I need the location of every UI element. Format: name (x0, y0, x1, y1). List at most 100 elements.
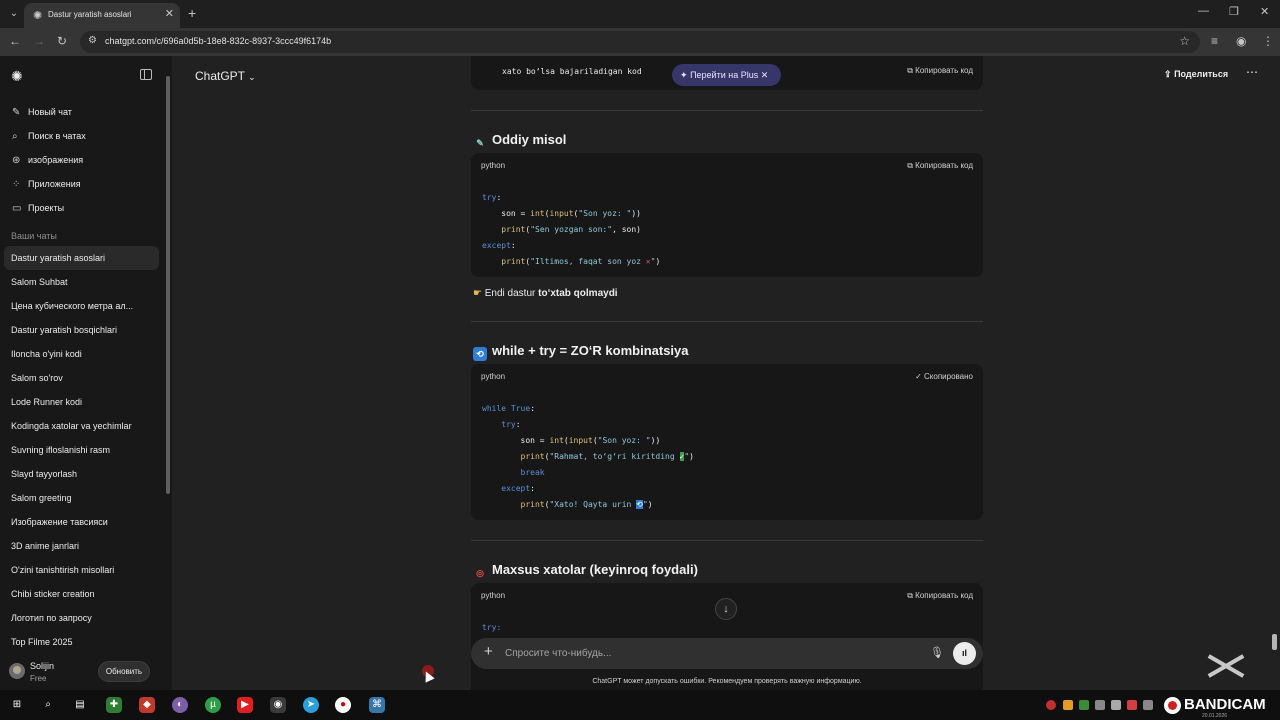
chat-item[interactable]: 3D anime janrlari (0, 534, 159, 558)
tray-icon[interactable] (1095, 700, 1105, 710)
chat-item[interactable]: Salom Suhbat (0, 270, 159, 294)
model-name: ChatGPT (195, 69, 245, 83)
restore-icon[interactable]: ❐ (1229, 5, 1239, 18)
python-icon[interactable]: ⌘ (369, 697, 385, 713)
scroll-to-bottom-button[interactable]: ↓ (715, 598, 737, 620)
prompt-input[interactable] (505, 645, 905, 662)
address-bar[interactable]: ⚙ chatgpt.com/c/696a0d5b-18e8-832c-8937-… (80, 31, 1200, 53)
copied-indicator[interactable]: ✓ Скопировано (915, 372, 973, 381)
user-profile[interactable]: Solijin Free Обновить (0, 656, 172, 690)
avatar[interactable] (9, 663, 25, 679)
images-icon: ⊛ (12, 154, 21, 166)
test-tube-icon: ✎ (476, 138, 484, 148)
sidebar-item-new-chat[interactable]: ✎ Новый чат (0, 100, 172, 124)
copy-code-button[interactable]: ⧉ Копировать код (907, 161, 973, 171)
chat-item[interactable]: Chibi sticker creation (0, 582, 159, 606)
code-content: try: (482, 623, 502, 632)
close-tab-icon[interactable]: ✕ (165, 7, 174, 20)
chatgpt-logo-icon[interactable]: ✺ (11, 68, 23, 85)
chat-item[interactable]: Изображение тавсияси (0, 510, 159, 534)
user-name: Solijin (30, 661, 55, 671)
task-view-icon[interactable]: ▤ (72, 697, 88, 713)
bandicam-watermark: BANDICAM 20.01.2026 (1164, 696, 1276, 719)
chat-item[interactable]: Iloncha o'yini kodi (0, 342, 159, 366)
chat-item[interactable]: Suvning ifloslanishi rasm (0, 438, 159, 462)
copy-label: Копировать код (915, 161, 973, 170)
code-block: python ✓ Скопировано while True: try: so… (471, 364, 983, 520)
browser-menu-icon[interactable]: ⋮ (1262, 34, 1274, 48)
sidebar-scrollbar[interactable] (166, 76, 170, 494)
promo-label: Перейти на Plus (690, 70, 759, 80)
bookmark-star-icon[interactable]: ☆ (1179, 34, 1190, 48)
chrome-icon[interactable]: ◉ (270, 697, 286, 713)
close-promo-icon[interactable]: ✕ (761, 70, 769, 80)
bandicam-logo-icon (1164, 697, 1181, 714)
chat-item[interactable]: Top Filme 2025 (0, 630, 159, 654)
chat-item[interactable]: Dastur yaratish bosqichlari (0, 318, 159, 342)
chat-item-active[interactable]: Dastur yaratish asoslari (4, 246, 159, 270)
sidebar-toggle-icon[interactable] (140, 69, 152, 80)
telegram-icon[interactable]: ➤ (303, 697, 319, 713)
back-icon[interactable]: ← (9, 34, 21, 48)
sidebar-item-search[interactable]: ⌕ Поиск в чатах (0, 124, 172, 148)
windows-start-icon[interactable]: ⊞ (9, 697, 25, 713)
chat-item[interactable]: Salom so'rov (0, 366, 159, 390)
copy-label: Копировать код (915, 66, 973, 75)
sidebar-item-label: Проекты (28, 203, 65, 213)
record-icon[interactable]: ● (335, 697, 351, 713)
voice-mode-button[interactable]: ıl (953, 642, 976, 665)
sidebar-item-projects[interactable]: ▭ Проекты (0, 196, 172, 220)
chat-item[interactable]: O'zini tanishtirish misollari (0, 558, 159, 582)
tray-icon[interactable] (1079, 700, 1089, 710)
copy-code-button[interactable]: ⧉ Копировать код (907, 66, 973, 76)
app-icon[interactable]: ✚ (106, 697, 122, 713)
chat-item[interactable]: Salom greeting (0, 486, 159, 510)
chat-item[interactable]: Slayd tayyorlash (0, 462, 159, 486)
reload-icon[interactable]: ↻ (57, 34, 67, 48)
sidebar-item-label: изображения (28, 155, 84, 165)
share-button[interactable]: ⇪ Поделиться (1164, 69, 1228, 80)
tab-search-icon[interactable]: ⌄ (6, 6, 22, 22)
browser-tab[interactable]: ✺ Dastur yaratish asoslari ✕ (24, 3, 180, 28)
scrollbar-thumb[interactable] (1272, 634, 1277, 650)
more-options-icon[interactable]: ⋯ (1246, 65, 1258, 79)
forward-icon[interactable]: → (33, 34, 45, 48)
tray-icon[interactable] (1127, 700, 1137, 710)
chat-item[interactable]: Логотип по запросу (0, 606, 159, 630)
main-scrollbar[interactable] (1272, 56, 1278, 690)
model-selector[interactable]: ChatGPT ⌄ (195, 69, 256, 83)
new-tab-icon[interactable]: + (188, 5, 196, 21)
code-line: xato bo‘lsa bajariladigan kod (502, 67, 642, 76)
sidebar-item-apps[interactable]: ⁘ Приложения (0, 172, 172, 196)
extensions-icon[interactable]: ≡ (1211, 34, 1218, 48)
check-icon: ✓ (915, 372, 922, 381)
code-language: python (481, 161, 506, 170)
copy-code-button[interactable]: ⧉ Копировать код (907, 591, 973, 601)
sidebar-item-images[interactable]: ⊛ изображения (0, 148, 172, 172)
minimize-icon[interactable]: — (1198, 5, 1209, 17)
tray-icon[interactable] (1063, 700, 1073, 710)
tray-icon[interactable] (1143, 700, 1153, 710)
note-prefix: Endi dastur (484, 288, 539, 299)
site-info-icon[interactable]: ⚙ (88, 35, 97, 46)
app-icon[interactable]: ◐ (172, 697, 188, 713)
upgrade-button[interactable]: Обновить (98, 661, 150, 682)
close-window-icon[interactable]: ✕ (1260, 5, 1269, 18)
utorrent-icon[interactable]: µ (205, 697, 221, 713)
chat-item[interactable]: Цена кубического метра ал... (0, 294, 159, 318)
tray-icon[interactable] (1111, 700, 1121, 710)
chats-section-title: Ваши чаты (11, 231, 57, 241)
profile-icon[interactable]: ◉ (1236, 34, 1246, 48)
attach-plus-icon[interactable]: + (484, 643, 493, 660)
microphone-icon[interactable]: 🎙 (930, 646, 944, 659)
upgrade-plus-pill[interactable]: ✦ Перейти на Plus ✕ (672, 64, 781, 86)
sidebar-item-label: Приложения (28, 179, 81, 189)
section-heading: ✎ Oddiy misol (473, 132, 566, 150)
tray-icon[interactable] (1046, 700, 1056, 710)
search-icon[interactable]: ⌕ (40, 697, 56, 713)
app-icon[interactable]: ◆ (139, 697, 155, 713)
sidebar: ✺ ✎ Новый чат ⌕ Поиск в чатах ⊛ изображения… (0, 56, 172, 690)
youtube-icon[interactable]: ▶ (237, 697, 253, 713)
chat-item[interactable]: Kodingda xatolar va yechimlar (0, 414, 159, 438)
chat-item[interactable]: Lode Runner kodi (0, 390, 159, 414)
